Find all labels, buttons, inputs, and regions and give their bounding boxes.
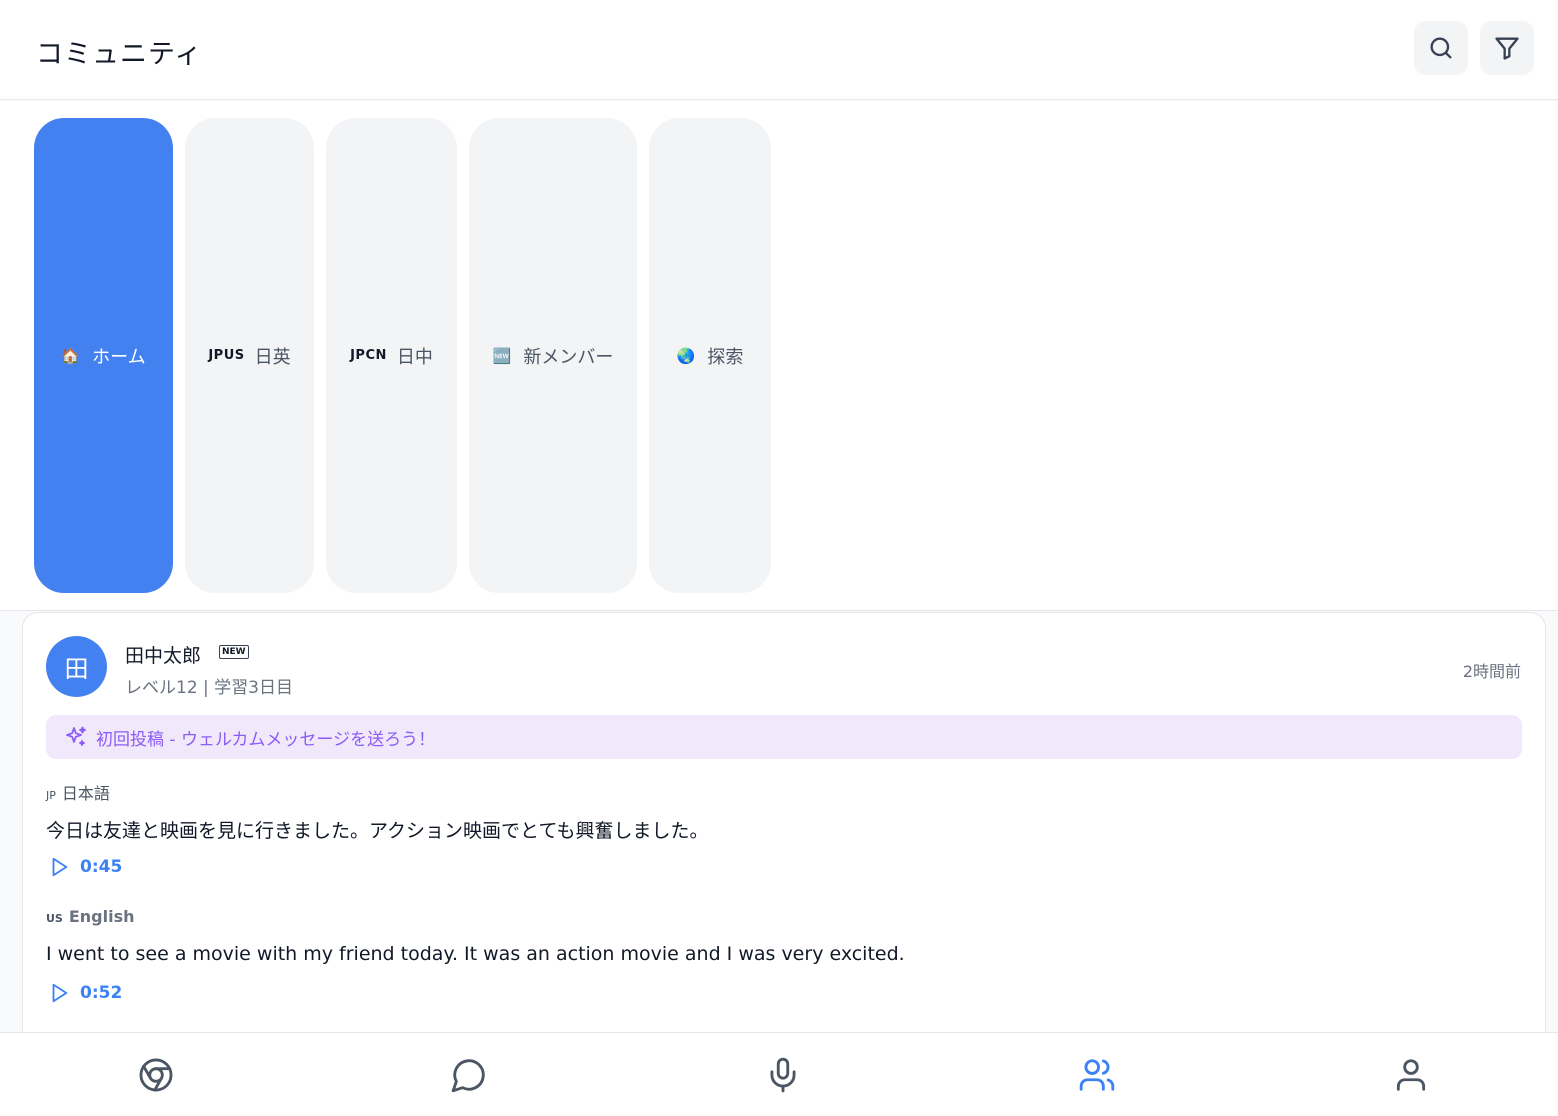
post-timestamp: 2時間前	[1462, 662, 1521, 681]
filter-icon	[1495, 37, 1519, 60]
tab-jp-en[interactable]: JPUS 日英	[185, 118, 314, 593]
english-text: I went to see a movie with my friend tod…	[46, 943, 905, 965]
chrome-icon	[139, 1058, 173, 1092]
play-icon	[52, 857, 68, 877]
audio-duration: 0:52	[80, 983, 123, 1003]
avatar[interactable]: 田	[46, 636, 107, 697]
banner-text: 初回投稿 - ウェルカムメッセージを送ろう！	[96, 729, 436, 750]
tab-home[interactable]: 🏠 ホーム	[34, 118, 173, 593]
chat-bubble-icon	[451, 1059, 485, 1093]
new-badge: NEW	[219, 645, 249, 659]
japanese-text: 今日は友達と映画を見に行きました。アクション映画でとても興奮しました。	[46, 820, 709, 842]
microphone-icon	[770, 1057, 796, 1093]
post-card[interactable]: 田 田中太郎 NEW レベル12 | 学習3日目 2時間前 初回投稿 - ウェル…	[22, 612, 1546, 1052]
tab-label: ホーム	[92, 346, 146, 368]
bottom-nav	[0, 1032, 1558, 1116]
category-tabs: 🏠 ホーム JPUS 日英 JPCN 日中 🆕 新メンバー 🌏 探索	[0, 101, 1558, 611]
username[interactable]: 田中太郎	[125, 641, 201, 668]
play-icon	[52, 983, 68, 1003]
new-icon: 🆕	[492, 346, 512, 365]
flag-us-icon: US	[46, 912, 63, 925]
user-icon	[1396, 1059, 1426, 1091]
tab-label: 新メンバー	[523, 346, 614, 368]
nav-item-chat[interactable]	[313, 1033, 625, 1116]
flag-jpcn-icon: JPCN	[350, 348, 387, 363]
audio-duration: 0:45	[80, 857, 123, 877]
users-icon	[1079, 1059, 1115, 1091]
globe-icon: 🌏	[676, 346, 696, 365]
tab-jp-cn[interactable]: JPCN 日中	[326, 118, 457, 593]
tab-explore[interactable]: 🌏 探索	[649, 118, 771, 593]
filter-button[interactable]	[1480, 21, 1534, 75]
search-button[interactable]	[1414, 21, 1468, 75]
tab-label: 探索	[707, 346, 744, 368]
nav-item-record[interactable]	[627, 1033, 939, 1116]
tab-new-members[interactable]: 🆕 新メンバー	[469, 118, 637, 593]
flag-jpus-icon: JPUS	[208, 348, 245, 363]
page-title: コミュニティ	[36, 39, 203, 70]
sparkles-icon	[66, 726, 86, 746]
language-name: English	[68, 907, 135, 926]
english-label: US English	[46, 907, 135, 926]
tab-label: 日英	[254, 346, 291, 368]
tab-label: 日中	[396, 346, 433, 368]
user-meta: レベル12 | 学習3日目	[125, 678, 293, 698]
english-audio-play[interactable]: 0:52	[48, 982, 122, 1004]
nav-item-community[interactable]	[941, 1033, 1253, 1116]
nav-item-browse[interactable]	[0, 1033, 312, 1116]
nav-item-profile[interactable]	[1255, 1033, 1558, 1116]
japanese-audio-play[interactable]: 0:45	[48, 856, 122, 878]
japanese-label: JP 日本語	[46, 780, 110, 804]
search-icon	[1430, 37, 1452, 59]
app-header: コミュニティ	[0, 0, 1558, 100]
welcome-banner[interactable]: 初回投稿 - ウェルカムメッセージを送ろう！	[46, 715, 1522, 759]
house-icon: 🏠	[61, 346, 81, 365]
flag-jp-icon: JP	[46, 789, 56, 802]
language-name: 日本語	[61, 784, 110, 803]
